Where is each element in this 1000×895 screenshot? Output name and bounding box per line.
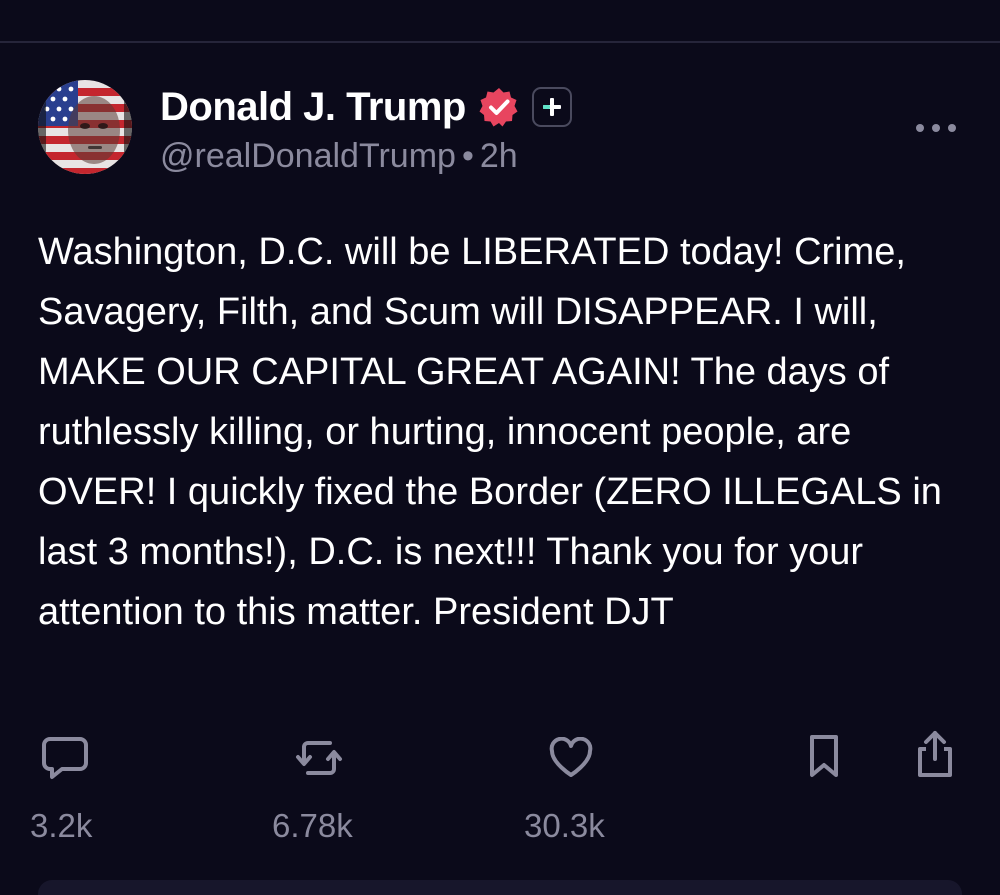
reply-count: 3.2k	[30, 807, 93, 844]
share-icon	[918, 731, 952, 777]
author-handle[interactable]: @realDonaldTrump	[160, 137, 456, 175]
bookmark-button[interactable]	[806, 733, 842, 781]
heart-icon	[549, 737, 593, 777]
author-name-row: Donald J. Trump	[160, 84, 572, 130]
author-display-name[interactable]: Donald J. Trump	[160, 84, 466, 130]
repost-count: 6.78k	[272, 807, 353, 844]
like-count: 30.3k	[524, 807, 605, 844]
next-card-edge	[38, 880, 962, 895]
avatar[interactable]	[38, 80, 132, 174]
more-horizontal-icon[interactable]	[914, 118, 958, 138]
handle-separator: •	[461, 137, 474, 175]
post-view: Donald J. Trump @realDonaldTrump • 2h Wash…	[0, 0, 1000, 895]
post-body-text: Washington, D.C. will be LIBERATED today…	[38, 231, 942, 633]
plus-badge-icon[interactable]	[531, 87, 572, 127]
reply-icon	[42, 737, 88, 779]
like-button[interactable]	[548, 737, 594, 779]
top-divider	[0, 41, 1000, 43]
repost-button[interactable]	[294, 737, 344, 779]
post-timestamp[interactable]: 2h	[480, 137, 518, 175]
reply-button[interactable]	[40, 735, 90, 781]
bookmark-icon	[810, 735, 838, 777]
verified-badge-icon	[478, 86, 520, 128]
author-handle-row: @realDonaldTrump • 2h	[160, 134, 518, 178]
share-button[interactable]	[914, 729, 956, 779]
repost-icon	[296, 741, 342, 775]
avatar-flag-portrait-icon	[38, 80, 132, 174]
